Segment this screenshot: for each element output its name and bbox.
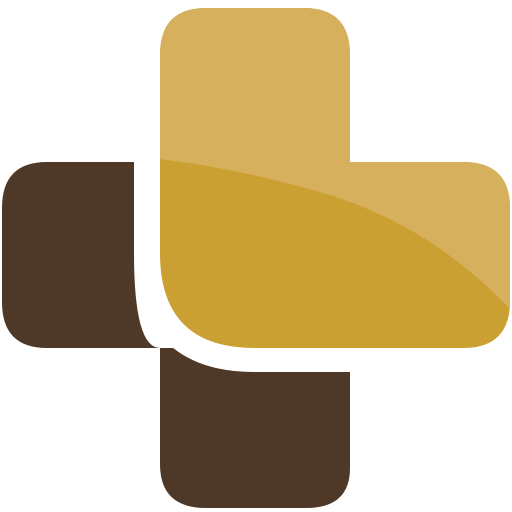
medical-cross-logo [2, 8, 510, 508]
logo-canvas [0, 0, 512, 512]
